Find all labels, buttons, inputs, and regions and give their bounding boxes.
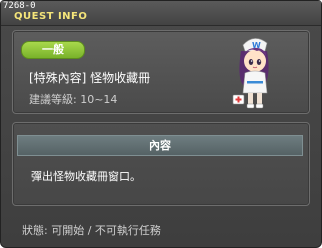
- quest-category-badge: 一般: [21, 41, 85, 59]
- content-section-header: 內容: [17, 135, 303, 156]
- quest-id-label: 7268-0: [3, 1, 36, 11]
- quest-name: [特殊內容] 怪物收藏冊: [29, 71, 151, 85]
- quest-recommended-level: 建議等級: 10~14: [29, 93, 118, 106]
- content-description: 彈出怪物收藏冊窗口。: [31, 170, 141, 183]
- quest-status: 狀態: 可開始 / 不可執行任務: [22, 224, 161, 237]
- title-bar[interactable]: 7268-0 QUEST INFO: [1, 1, 321, 26]
- quest-info-window: 7268-0 QUEST INFO 一般 [特殊內容] 怪物收藏冊 建議等級: …: [0, 0, 322, 248]
- npc-nurse-portrait: W: [232, 38, 269, 109]
- window-title: QUEST INFO: [14, 11, 88, 22]
